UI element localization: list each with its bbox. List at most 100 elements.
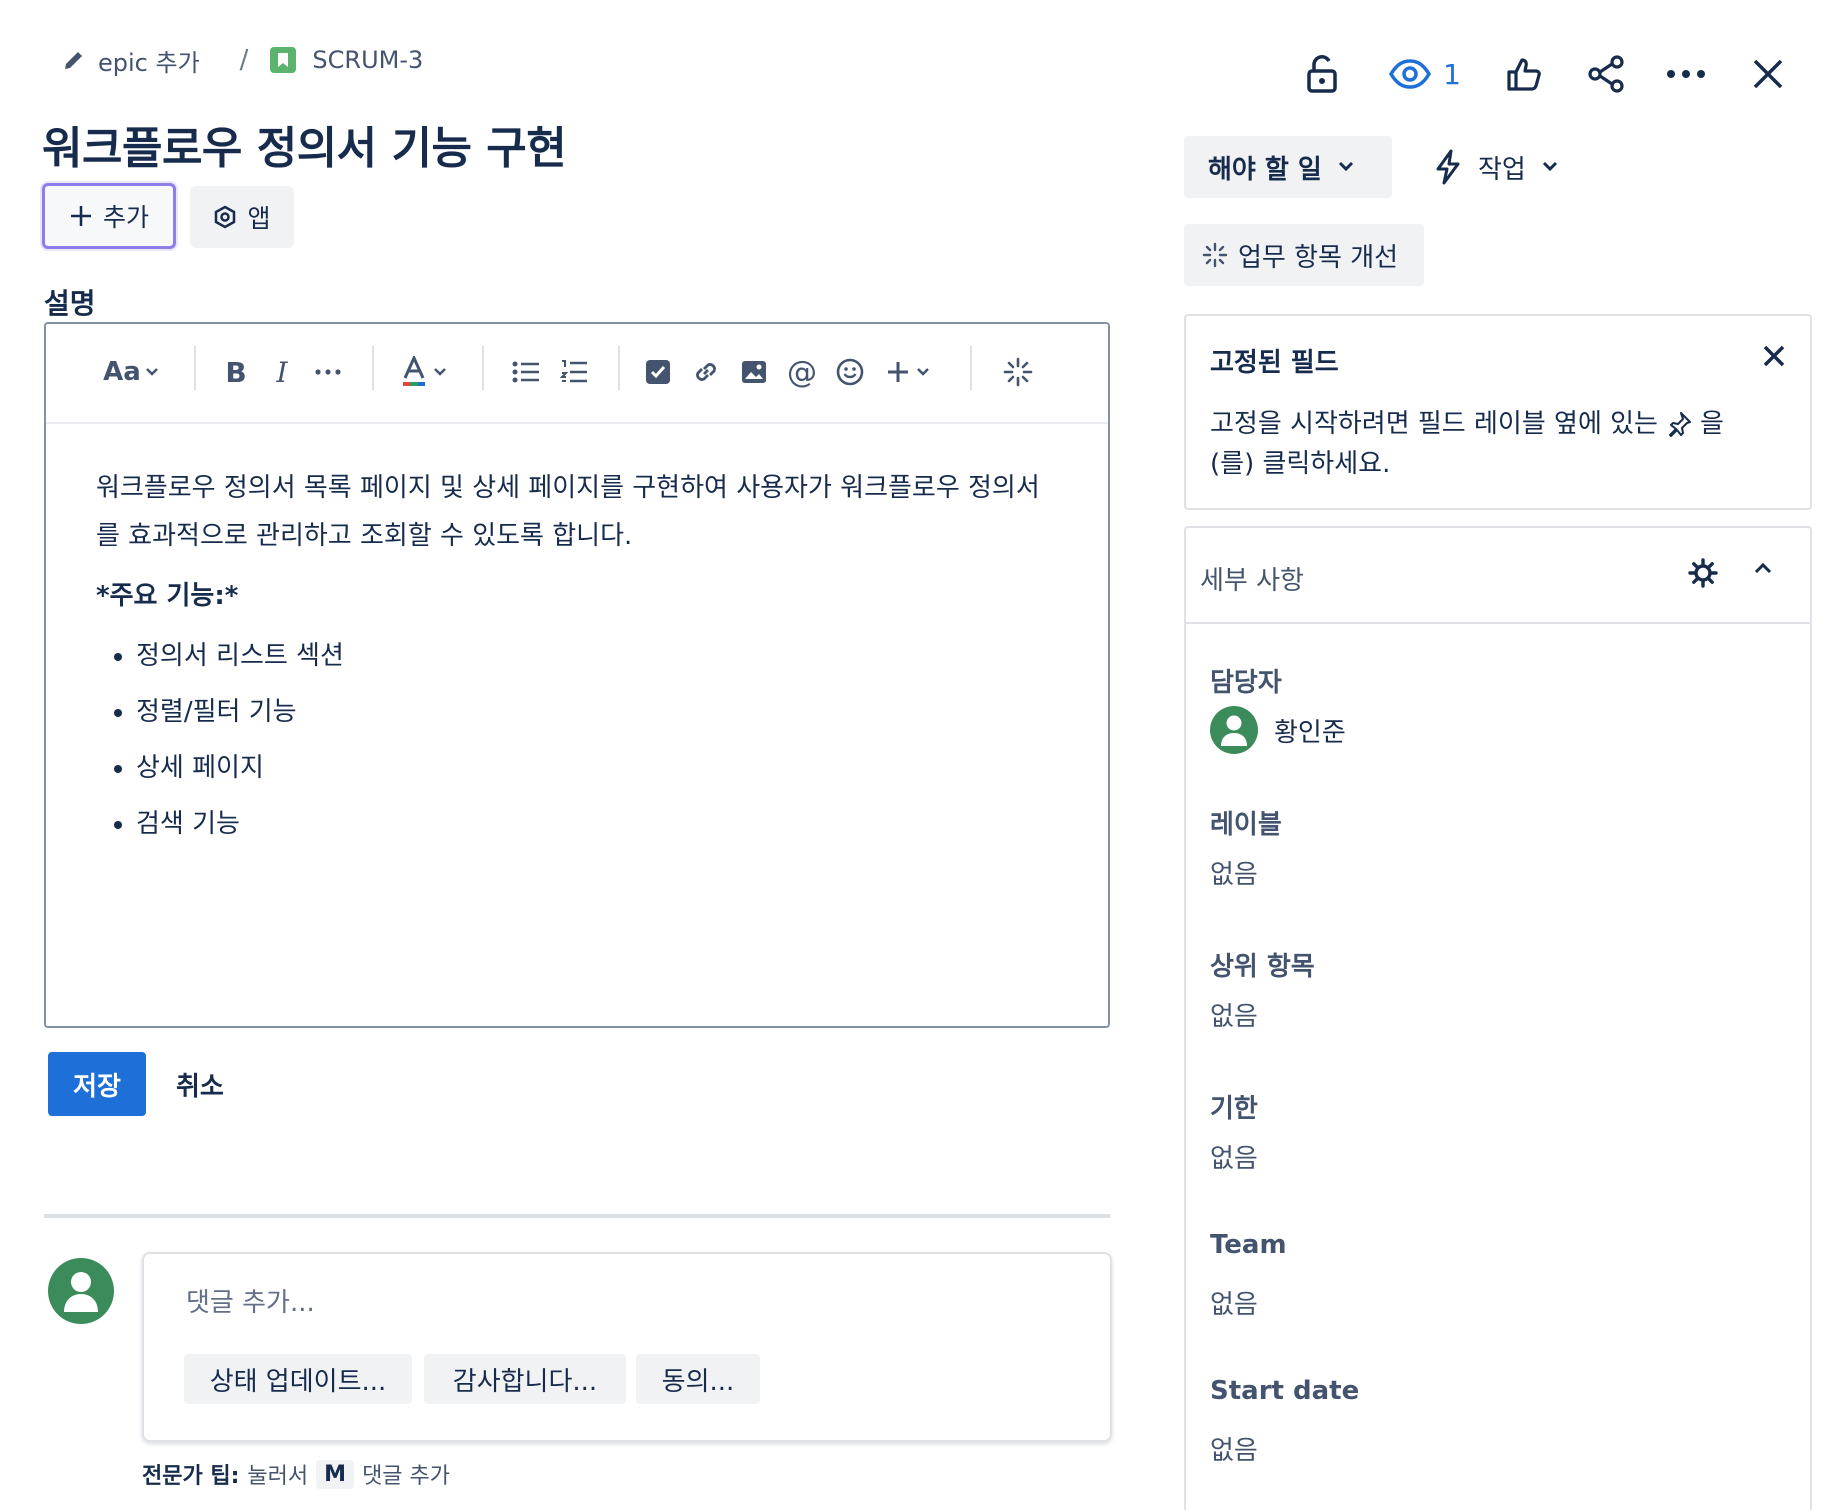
team-value[interactable]: 없음 [1210, 1284, 1258, 1321]
issue-title[interactable]: 워크플로우 정의서 기능 구현 [42, 112, 567, 176]
section-divider [44, 1214, 1110, 1218]
description-content[interactable]: 워크플로우 정의서 목록 페이지 및 상세 페이지를 구현하여 사용자가 워크플… [96, 464, 1058, 852]
pinned-text-after: 을 [1699, 409, 1724, 439]
breadcrumb-issue-key[interactable]: SCRUM-3 [312, 46, 423, 74]
chevron-down-icon [433, 367, 447, 377]
unlock-button[interactable] [1300, 50, 1344, 98]
action-item-button[interactable] [638, 350, 678, 394]
emoji-button[interactable] [830, 350, 870, 394]
save-button[interactable]: 저장 [48, 1052, 146, 1116]
description-paragraph: 워크플로우 정의서 목록 페이지 및 상세 페이지를 구현하여 사용자가 워크플… [96, 473, 1040, 551]
details-header[interactable]: 세부 사항 [1186, 528, 1810, 624]
close-button[interactable] [1746, 50, 1790, 98]
mention-icon: @ [787, 354, 817, 390]
action-dropdown[interactable]: 작업 [1434, 136, 1558, 198]
editor-toolbar: Aa B I @ [46, 324, 1108, 424]
watch-button[interactable]: 1 [1380, 50, 1470, 98]
chevron-down-icon [916, 367, 930, 377]
image-button[interactable] [734, 350, 774, 394]
mention-button[interactable]: @ [782, 350, 822, 394]
apps-icon [213, 205, 237, 229]
italic-button[interactable]: I [264, 350, 300, 394]
numbered-list-button[interactable] [554, 350, 594, 394]
text-color-dropdown[interactable] [394, 350, 454, 394]
assignee-name: 황인준 [1274, 717, 1346, 748]
toolbar-separator [482, 346, 484, 390]
pinned-text-before: 고정을 시작하려면 필드 레이블 옆에 있는 [1210, 409, 1658, 439]
gear-icon [1688, 558, 1722, 588]
breadcrumb: epic 추가 / SCRUM-3 [62, 40, 423, 80]
description-editor[interactable]: Aa B I @ 워크플로우 정의서 목록 페이지 및 상세 페이지를 구현하여… [44, 322, 1110, 1028]
more-formatting-button[interactable] [310, 350, 346, 394]
start-date-value[interactable]: 없음 [1210, 1430, 1258, 1467]
like-button[interactable] [1502, 50, 1546, 98]
bold-icon: B [225, 355, 247, 389]
more-button[interactable] [1664, 50, 1708, 98]
due-date-value[interactable]: 없음 [1210, 1138, 1258, 1175]
cancel-button[interactable]: 취소 [176, 1052, 224, 1116]
list-item: 검색 기능 [136, 796, 1058, 852]
breadcrumb-parent-link[interactable]: epic 추가 [98, 43, 200, 78]
avatar [48, 1258, 114, 1324]
apps-button-label: 앱 [247, 204, 271, 233]
chevron-down-icon [145, 367, 159, 377]
more-icon [1666, 69, 1706, 79]
toolbar-separator [970, 346, 972, 390]
comment-box[interactable]: 댓글 추가... 상태 업데이트... 감사합니다... 동의... [142, 1252, 1112, 1442]
share-button[interactable] [1584, 50, 1628, 98]
pinned-fields-title: 고정된 필드 [1210, 348, 1339, 378]
italic-icon: I [276, 355, 288, 389]
chevron-down-icon [1542, 161, 1558, 173]
chevron-up-icon [1754, 562, 1782, 574]
bullet-list-button[interactable] [506, 350, 546, 394]
close-icon [1752, 58, 1784, 90]
plus-icon [886, 360, 910, 384]
details-settings-button[interactable] [1688, 558, 1722, 592]
details-collapse-button[interactable] [1754, 562, 1782, 590]
text-style-dropdown[interactable]: Aa [96, 350, 166, 394]
add-button[interactable]: 추가 [42, 183, 176, 249]
assignee-field[interactable]: 황인준 [1210, 706, 1346, 754]
bullet-list-icon [512, 360, 540, 384]
improve-label: 업무 항목 개선 [1238, 242, 1399, 273]
pencil-icon [62, 48, 86, 72]
pin-icon [1666, 411, 1692, 437]
avatar [1210, 706, 1258, 754]
ai-button[interactable] [998, 350, 1038, 394]
watchers-count: 1 [1443, 57, 1461, 91]
quick-reply-status[interactable]: 상태 업데이트... [184, 1354, 412, 1404]
bold-button[interactable]: B [218, 350, 254, 394]
quick-reply-thanks[interactable]: 감사합니다... [424, 1354, 626, 1404]
parent-value[interactable]: 없음 [1210, 996, 1258, 1033]
sparkle-icon [1003, 357, 1033, 387]
status-label: 해야 할 일 [1208, 154, 1322, 185]
improve-item-button[interactable]: 업무 항목 개선 [1184, 224, 1424, 286]
quick-reply-agree[interactable]: 동의... [636, 1354, 760, 1404]
chevron-down-icon [1338, 161, 1354, 173]
labels-label: 레이블 [1210, 810, 1282, 840]
list-item: 정의서 리스트 섹션 [136, 628, 1058, 684]
checkbox-icon [645, 359, 671, 385]
feature-list: 정의서 리스트 섹션 정렬/필터 기능 상세 페이지 검색 기능 [136, 628, 1058, 852]
dismiss-pinned-button[interactable] [1762, 344, 1792, 374]
image-icon [741, 360, 767, 384]
due-date-label: 기한 [1210, 1094, 1258, 1124]
tip-press: 눌러서 [247, 1464, 309, 1489]
lightning-icon [1434, 149, 1462, 185]
insert-dropdown[interactable] [878, 350, 938, 394]
emoji-icon [836, 358, 864, 386]
list-item: 정렬/필터 기능 [136, 684, 1058, 740]
status-dropdown[interactable]: 해야 할 일 [1184, 136, 1392, 198]
start-date-label: Start date [1210, 1376, 1360, 1406]
toolbar-separator [372, 346, 374, 390]
unlock-icon [1305, 54, 1339, 94]
close-icon [1762, 344, 1792, 368]
labels-value[interactable]: 없음 [1210, 854, 1258, 891]
tip-suffix: 댓글 추가 [362, 1464, 451, 1489]
list-item: 상세 페이지 [136, 740, 1058, 796]
eye-icon [1389, 58, 1432, 90]
details-title: 세부 사항 [1200, 566, 1304, 596]
link-button[interactable] [686, 350, 726, 394]
tip-prefix: 전문가 팁: [142, 1464, 240, 1489]
apps-button[interactable]: 앱 [190, 186, 294, 248]
